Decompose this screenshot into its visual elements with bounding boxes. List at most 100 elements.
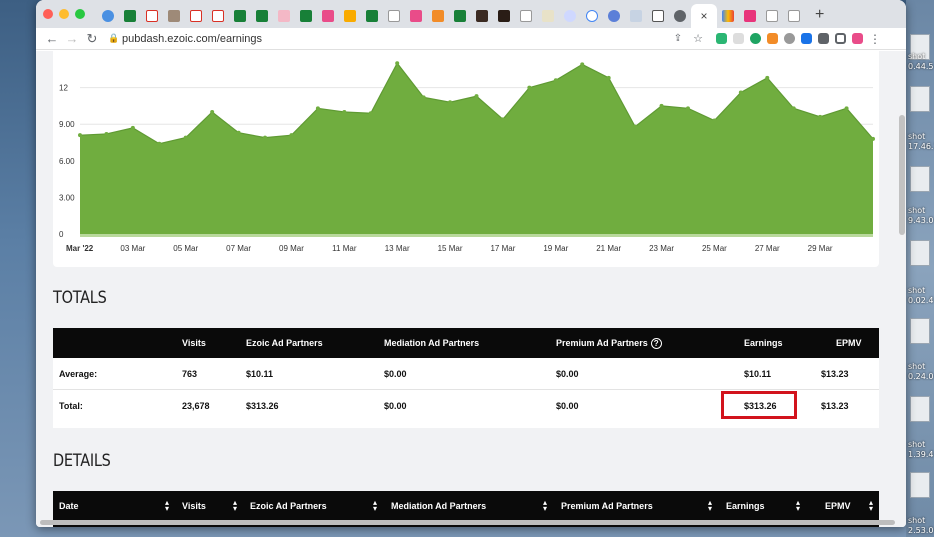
- tab-favicon[interactable]: [427, 4, 449, 28]
- tab-favicon[interactable]: [163, 4, 185, 28]
- data-point[interactable]: [712, 118, 717, 123]
- sidepanel-icon[interactable]: [835, 33, 846, 44]
- zoom-window-button[interactable]: [75, 9, 85, 19]
- data-point[interactable]: [130, 125, 135, 130]
- minimize-window-button[interactable]: [59, 9, 69, 19]
- share-icon[interactable]: ⇪: [668, 33, 688, 44]
- menu-kebab-icon[interactable]: ⋮: [869, 32, 881, 46]
- data-point[interactable]: [421, 95, 426, 100]
- tab-favicon[interactable]: [717, 4, 739, 28]
- data-point[interactable]: [236, 130, 241, 135]
- forward-arrow-icon[interactable]: →: [62, 31, 82, 46]
- horizontal-scrollbar[interactable]: [40, 520, 895, 525]
- col-header-mediation[interactable]: Mediation Ad Partners: [391, 491, 486, 521]
- extension-square-icon[interactable]: [801, 33, 812, 44]
- tab-favicon[interactable]: [317, 4, 339, 28]
- data-point[interactable]: [342, 110, 347, 114]
- col-header-ezoic[interactable]: Ezoic Ad Partners: [246, 328, 323, 358]
- data-point[interactable]: [791, 106, 796, 111]
- close-tab-icon[interactable]: ×: [700, 9, 707, 23]
- tab-favicon[interactable]: [361, 4, 383, 28]
- screenshot-file-icon[interactable]: [910, 240, 930, 266]
- data-point[interactable]: [448, 100, 453, 105]
- bookmark-star-icon[interactable]: ☆: [688, 32, 708, 45]
- data-point[interactable]: [685, 106, 690, 111]
- extension-grammar-icon[interactable]: [750, 33, 761, 44]
- data-point[interactable]: [553, 78, 558, 83]
- screenshot-file-icon[interactable]: [910, 472, 930, 498]
- tab-favicon[interactable]: [493, 4, 515, 28]
- data-point[interactable]: [78, 133, 82, 138]
- col-header-premium[interactable]: Premium Ad Partners: [561, 491, 653, 521]
- extension-amazon-icon[interactable]: [767, 33, 778, 44]
- col-header-epmv[interactable]: EPMV: [836, 328, 862, 358]
- help-icon[interactable]: ?: [650, 337, 662, 349]
- sort-icon[interactable]: ▴ ▾: [233, 499, 237, 513]
- tab-favicon[interactable]: [141, 4, 163, 28]
- vertical-scrollbar[interactable]: [898, 51, 906, 527]
- tab-favicon[interactable]: [449, 4, 471, 28]
- data-point[interactable]: [104, 131, 109, 136]
- data-point[interactable]: [289, 133, 294, 138]
- tab-favicon[interactable]: [339, 4, 361, 28]
- scrollbar-thumb[interactable]: [899, 115, 905, 235]
- extension-robot-icon[interactable]: [716, 33, 727, 44]
- data-point[interactable]: [395, 61, 400, 66]
- data-point[interactable]: [765, 75, 770, 80]
- screenshot-file-icon[interactable]: [910, 86, 930, 112]
- tab-favicon[interactable]: [185, 4, 207, 28]
- close-window-button[interactable]: [43, 9, 53, 19]
- tab-favicon[interactable]: [537, 4, 559, 28]
- extension-circle-icon[interactable]: [784, 33, 795, 44]
- tab-favicon[interactable]: [761, 4, 783, 28]
- screenshot-file-icon[interactable]: [910, 318, 930, 344]
- extension-doc-icon[interactable]: [733, 33, 744, 44]
- sort-icon[interactable]: ▴ ▾: [796, 499, 800, 513]
- tab-favicon[interactable]: [669, 4, 691, 28]
- data-point[interactable]: [606, 75, 611, 80]
- col-header-earnings[interactable]: Earnings: [744, 328, 783, 358]
- sort-icon[interactable]: ▴ ▾: [373, 499, 377, 513]
- data-point[interactable]: [580, 62, 585, 67]
- tab-favicon[interactable]: [119, 4, 141, 28]
- tab-favicon[interactable]: [97, 4, 119, 28]
- data-point[interactable]: [633, 124, 638, 129]
- data-point[interactable]: [157, 141, 162, 146]
- screenshot-file-icon[interactable]: [910, 166, 930, 192]
- tab-favicon[interactable]: [383, 4, 405, 28]
- col-header-date[interactable]: Date: [59, 491, 79, 521]
- data-point[interactable]: [210, 110, 215, 114]
- tab-favicon[interactable]: [739, 4, 761, 28]
- reload-icon[interactable]: ↻: [82, 31, 102, 47]
- sort-icon[interactable]: ▴ ▾: [165, 499, 169, 513]
- tab-favicon[interactable]: [559, 4, 581, 28]
- tab-favicon[interactable]: [603, 4, 625, 28]
- col-header-visits[interactable]: Visits: [182, 328, 206, 358]
- data-point[interactable]: [738, 90, 743, 95]
- data-point[interactable]: [368, 111, 373, 116]
- data-point[interactable]: [263, 135, 268, 140]
- new-tab-button[interactable]: +: [815, 6, 824, 24]
- data-point[interactable]: [844, 106, 849, 111]
- tab-favicon[interactable]: [581, 4, 603, 28]
- data-point[interactable]: [500, 117, 505, 122]
- data-point[interactable]: [659, 103, 664, 108]
- data-point[interactable]: [474, 94, 479, 99]
- data-point[interactable]: [183, 135, 188, 140]
- tab-favicon[interactable]: [405, 4, 427, 28]
- col-header-ezoic[interactable]: Ezoic Ad Partners: [250, 491, 327, 521]
- col-header-premium[interactable]: Premium Ad Partners ?: [556, 328, 662, 358]
- extension-shoe-icon[interactable]: [852, 33, 863, 44]
- data-point[interactable]: [315, 106, 320, 111]
- extensions-puzzle-icon[interactable]: [818, 33, 829, 44]
- tab-favicon[interactable]: [295, 4, 317, 28]
- sort-icon[interactable]: ▴ ▾: [869, 499, 873, 513]
- col-header-mediation[interactable]: Mediation Ad Partners: [384, 328, 479, 358]
- col-header-visits[interactable]: Visits: [182, 491, 206, 521]
- tab-active-ezoic[interactable]: ×: [691, 4, 717, 28]
- tab-favicon[interactable]: [273, 4, 295, 28]
- tab-favicon[interactable]: [471, 4, 493, 28]
- sort-icon[interactable]: ▴ ▾: [708, 499, 712, 513]
- tab-favicon[interactable]: [625, 4, 647, 28]
- back-arrow-icon[interactable]: ←: [42, 31, 62, 46]
